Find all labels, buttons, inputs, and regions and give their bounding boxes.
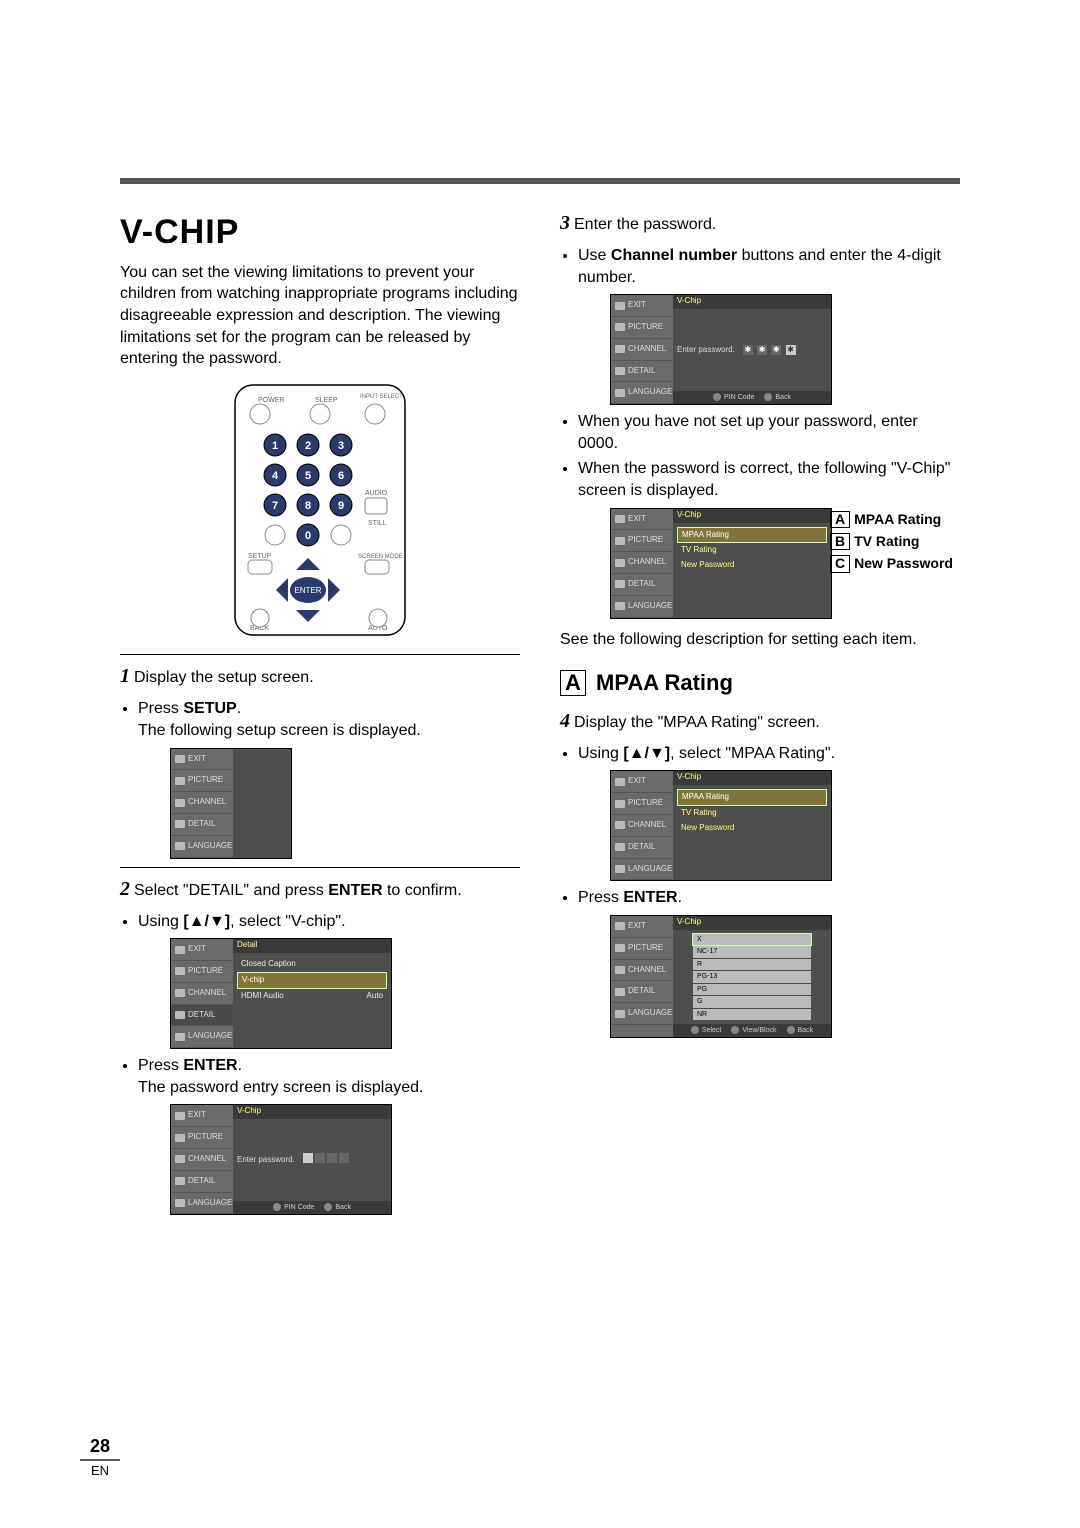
callout-c: CNew Password	[830, 552, 1010, 574]
svg-text:AUDIO: AUDIO	[365, 490, 388, 497]
svg-text:6: 6	[338, 470, 344, 482]
svg-text:ENTER: ENTER	[294, 586, 321, 595]
remote-label-input: INPUT SELECT	[360, 394, 403, 400]
svg-text:STILL: STILL	[368, 520, 387, 527]
step1-bullet1: Press SETUP. The following setup screen …	[138, 698, 520, 741]
osd-setup-blank: EXIT PICTURE CHANNEL DETAIL LANGUAGE	[170, 748, 292, 859]
step3-note-a: When you have not set up your password, …	[578, 411, 960, 454]
step2-bullet2: Press ENTER.The password entry screen is…	[138, 1055, 520, 1098]
step3-endnote: See the following description for settin…	[560, 629, 960, 651]
osd-vchip-select-mpaa: EXIT PICTURE CHANNEL DETAIL LANGUAGE V-C…	[610, 770, 832, 881]
remote-label-power: POWER	[258, 397, 284, 404]
step-2: 2Select "DETAIL" and press ENTER to conf…	[120, 876, 520, 903]
step-1: 1Display the setup screen.	[120, 663, 520, 690]
osd-password-blank: EXIT PICTURE CHANNEL DETAIL LANGUAGE V-C…	[170, 1104, 392, 1215]
divider	[120, 654, 520, 655]
callout-a: AMPAA Rating	[830, 508, 1010, 530]
divider	[120, 867, 520, 868]
right-column: 3Enter the password. Use Channel number …	[560, 210, 960, 1221]
svg-text:2: 2	[305, 440, 311, 452]
osd-mpaa-ratings: EXIT PICTURE CHANNEL DETAIL LANGUAGE V-C…	[610, 915, 832, 1039]
svg-text:5: 5	[305, 470, 311, 482]
svg-text:8: 8	[305, 500, 311, 512]
step3-note-b: When the password is correct, the follow…	[578, 458, 960, 501]
detail-icon	[175, 820, 185, 828]
page-number: 28 EN	[80, 1436, 120, 1478]
step4-bullet1: Using [▲/▼], select "MPAA Rating".	[578, 743, 960, 765]
osd-password-filled: EXIT PICTURE CHANNEL DETAIL LANGUAGE V-C…	[610, 294, 832, 405]
osd-vchip-menu-with-callouts: EXIT PICTURE CHANNEL DETAIL LANGUAGE V-C…	[610, 508, 960, 619]
step3-bullet1: Use Channel number buttons and enter the…	[578, 245, 960, 288]
section-title: V-CHIP	[120, 210, 520, 256]
exit-icon	[175, 755, 185, 763]
section-intro: You can set the viewing limitations to p…	[120, 262, 520, 370]
channel-icon	[175, 799, 185, 807]
svg-text:3: 3	[338, 440, 344, 452]
language-icon	[175, 842, 185, 850]
callout-b: BTV Rating	[830, 530, 1010, 552]
osd-detail-menu: EXIT PICTURE CHANNEL DETAIL LANGUAGE Det…	[170, 938, 392, 1049]
svg-text:7: 7	[272, 500, 278, 512]
picture-icon	[175, 777, 185, 785]
svg-text:4: 4	[272, 470, 279, 482]
subsection-a-title: A MPAA Rating	[560, 668, 960, 698]
svg-text:1: 1	[272, 440, 278, 452]
svg-text:9: 9	[338, 500, 344, 512]
remote-control-illustration: POWER SLEEP INPUT SELECT 1 2 3	[230, 380, 410, 647]
svg-text:SETUP: SETUP	[248, 553, 272, 560]
step-4: 4Display the "MPAA Rating" screen.	[560, 708, 960, 735]
step4-bullet2: Press ENTER.	[578, 887, 960, 909]
step-3: 3Enter the password.	[560, 210, 960, 237]
step2-bullet1: Using [▲/▼], select "V-chip".	[138, 911, 520, 933]
left-column: V-CHIP You can set the viewing limitatio…	[120, 210, 520, 1221]
top-rule	[120, 178, 960, 184]
remote-label-sleep: SLEEP	[315, 397, 338, 404]
svg-text:SCREEN MODE: SCREEN MODE	[358, 554, 403, 560]
svg-text:0: 0	[305, 530, 311, 542]
